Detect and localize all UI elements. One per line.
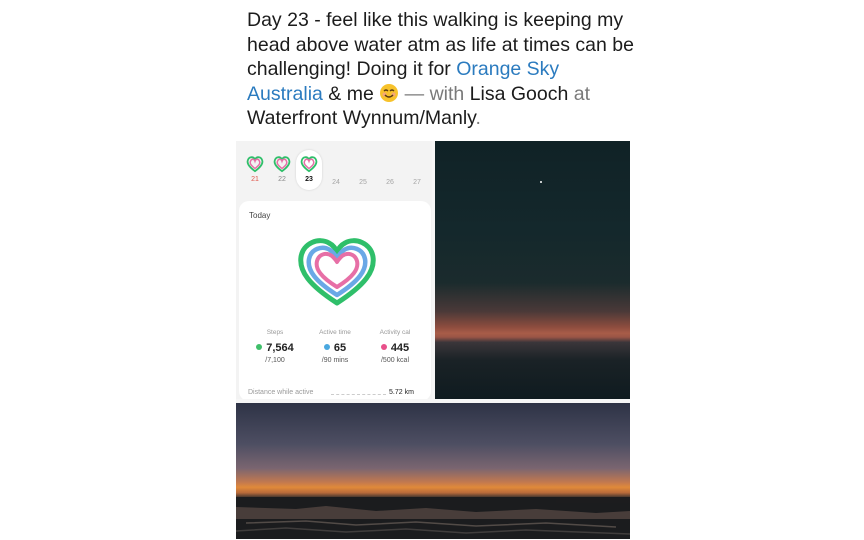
calories-label: Activity cal [379, 329, 411, 336]
day-number: 22 [278, 176, 286, 183]
day-number: 25 [359, 179, 367, 186]
active-time-stat: Active time 65 /90 mins [305, 329, 365, 364]
activity-ring-icon [246, 155, 264, 173]
caption-text: Day 23 - feel like this walking is keepi… [247, 9, 634, 80]
day-number: 26 [386, 179, 394, 186]
steps-label: Steps [266, 329, 284, 336]
shoe-icon [256, 344, 263, 350]
day-item-22[interactable]: 22 [270, 155, 294, 183]
active-time-goal: /90 mins [321, 357, 349, 364]
photo-collage[interactable]: 21 22 23 24 25 26 27 Today Steps 7,564 /7,100 … [236, 141, 630, 539]
tagged-person-link[interactable]: Lisa Gooch [470, 83, 569, 105]
day-selector: 21 22 23 24 25 26 27 [236, 153, 432, 193]
active-time-value: 65 [333, 342, 347, 354]
mudflat-silhouette [236, 497, 630, 539]
star-dot [540, 181, 542, 183]
day-item-23[interactable]: 23 [297, 155, 321, 183]
night-sky-photo[interactable] [435, 141, 630, 399]
calories-value: 445 [390, 342, 410, 354]
activity-ring-icon [300, 155, 318, 173]
day-item-26[interactable]: 26 [378, 179, 402, 186]
day-number: 27 [413, 179, 421, 186]
today-card: Today Steps 7,564 /7,100 Active time 65 … [239, 201, 431, 399]
steps-goal: /7,100 [265, 357, 285, 364]
day-item-21[interactable]: 21 [243, 155, 267, 183]
health-app-screenshot[interactable]: 21 22 23 24 25 26 27 Today Steps 7,564 /7,100 … [236, 141, 432, 399]
flame-icon [380, 344, 387, 350]
calories-stat: Activity cal 445 /500 kcal [365, 329, 425, 364]
day-item-25[interactable]: 25 [351, 179, 375, 186]
at-word: at [568, 82, 591, 105]
day-number: 24 [332, 179, 340, 186]
caption-period: . [475, 107, 481, 129]
caption-text-2: & me [322, 82, 380, 105]
steps-value: 7,564 [266, 342, 294, 354]
card-title: Today [249, 211, 271, 220]
distance-value: 5.72 km [389, 389, 414, 396]
post-caption: Day 23 - feel like this walking is keepi… [247, 8, 637, 131]
day-number: 23 [305, 176, 313, 183]
sunset-waterfront-photo[interactable] [236, 403, 630, 539]
location-link[interactable]: Waterfront Wynnum/Manly [247, 107, 475, 129]
distance-divider [331, 394, 386, 395]
smiling-face-icon [380, 83, 399, 102]
with-word: — with [399, 82, 470, 105]
activity-ring-icon [273, 155, 291, 173]
activity-heart-icon [298, 238, 376, 306]
clock-icon [323, 344, 330, 350]
day-number: 21 [251, 176, 259, 183]
day-item-24[interactable]: 24 [324, 179, 348, 186]
active-time-label: Active time [319, 329, 351, 336]
distance-label: Distance while active [248, 389, 314, 396]
steps-stat: Steps 7,564 /7,100 [245, 329, 305, 364]
calories-goal: /500 kcal [380, 357, 410, 364]
day-item-27[interactable]: 27 [405, 179, 429, 186]
